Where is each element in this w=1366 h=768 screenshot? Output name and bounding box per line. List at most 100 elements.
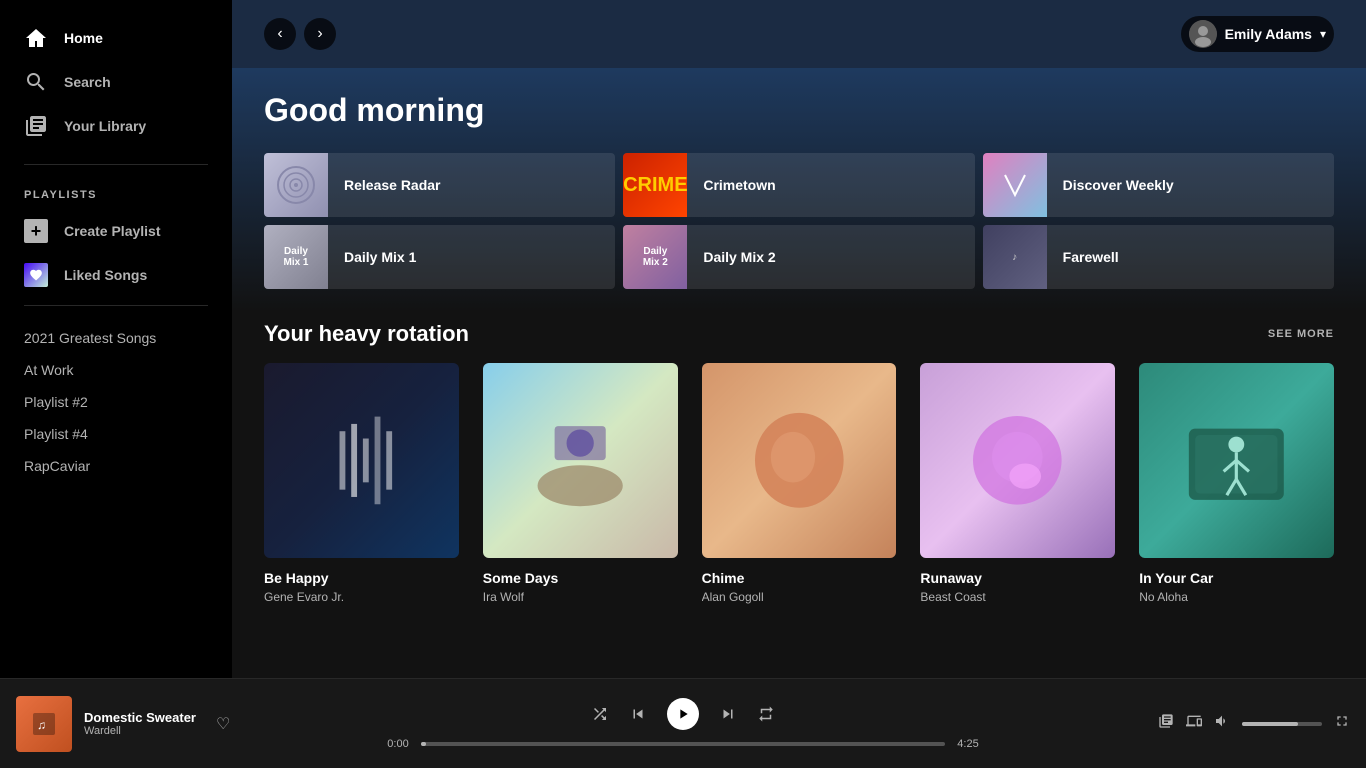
sidebar-item-search[interactable]: Search [0,60,232,104]
player-track-section: ♫ Domestic Sweater Wardell ♡ [16,696,296,752]
sidebar-divider [24,164,208,165]
rotation-card-some-days[interactable]: Some Days Ira Wolf [483,363,678,604]
devices-button[interactable] [1186,713,1202,734]
quick-pick-label: Daily Mix 1 [328,249,432,265]
see-more-button[interactable]: SEE MORE [1268,328,1334,340]
quick-pick-daily-mix-2[interactable]: DailyMix 2 Daily Mix 2 [623,225,974,289]
quick-pick-crimetown[interactable]: CRIME Crimetown [623,153,974,217]
liked-songs-button[interactable]: Liked Songs [0,253,232,297]
some-days-art [483,363,678,558]
plus-icon: + [24,219,48,243]
chevron-down-icon: ▾ [1320,27,1326,41]
player-center: 0:00 4:25 [296,698,1070,750]
progress-bar[interactable] [421,742,945,746]
runaway-art [920,363,1115,558]
playlist-item[interactable]: Playlist #4 [0,418,232,450]
rotation-card-runaway[interactable]: Runaway Beast Coast [920,363,1115,604]
search-icon [24,70,48,94]
quick-pick-label: Daily Mix 2 [687,249,791,265]
library-icon [24,114,48,138]
sidebar-divider-2 [24,305,208,306]
liked-songs-icon [24,263,48,287]
quick-pick-daily-mix-1[interactable]: DailyMix 1 Daily Mix 1 [264,225,615,289]
time-current: 0:00 [383,738,413,750]
crimetown-art: CRIME [623,153,687,217]
previous-button[interactable] [629,705,647,723]
release-radar-art [264,153,328,217]
playlists-section: PLAYLISTS + Create Playlist Liked Songs … [0,173,232,498]
player-artist-name: Wardell [84,725,196,737]
player-progress: 0:00 4:25 [383,738,983,750]
quick-pick-farewell[interactable]: ♪ Farewell [983,225,1334,289]
rotation-card-title: Be Happy [264,570,459,586]
home-icon [24,26,48,50]
chime-art [702,363,897,558]
daily-mix-2-art: DailyMix 2 [623,225,687,289]
svg-text:♫: ♫ [37,718,46,732]
section-title-rotation: Your heavy rotation [264,321,469,347]
quick-pick-label: Discover Weekly [1047,177,1190,193]
main-header: ‹ › Emily Adams ▾ [232,0,1366,68]
rotation-card-in-your-car[interactable]: In Your Car No Aloha [1139,363,1334,604]
playlists-label: PLAYLISTS [0,181,232,209]
rotation-card-chime[interactable]: Chime Alan Gogoll [702,363,897,604]
back-button[interactable]: ‹ [264,18,296,50]
be-happy-art [264,363,459,558]
shuffle-button[interactable] [591,705,609,723]
nav-buttons: ‹ › [264,18,336,50]
rotation-card-title: In Your Car [1139,570,1334,586]
rotation-card-subtitle: No Aloha [1139,590,1334,604]
playlist-list: 2021 Greatest Songs At Work Playlist #2 … [0,314,232,490]
rotation-card-subtitle: Alan Gogoll [702,590,897,604]
in-your-car-art [1139,363,1334,558]
player-controls [591,698,775,730]
progress-fill [421,742,426,746]
player-track-name: Domestic Sweater [84,710,196,725]
fullscreen-button[interactable] [1334,713,1350,734]
quick-pick-label: Crimetown [687,177,791,193]
next-button[interactable] [719,705,737,723]
greeting-heading: Good morning [264,92,1334,129]
create-playlist-button[interactable]: + Create Playlist [0,209,232,253]
play-pause-button[interactable] [667,698,699,730]
player-right [1070,713,1350,734]
volume-fill [1242,722,1298,726]
sidebar-nav: Home Search Your Library [0,8,232,156]
player-track-info: Domestic Sweater Wardell [84,710,196,737]
quick-pick-discover-weekly[interactable]: Discover Weekly [983,153,1334,217]
rotation-card-subtitle: Ira Wolf [483,590,678,604]
sidebar-item-home[interactable]: Home [0,16,232,60]
player-album-art: ♫ [16,696,72,752]
quick-pick-release-radar[interactable]: Release Radar [264,153,615,217]
repeat-button[interactable] [757,705,775,723]
rotation-grid: Be Happy Gene Evaro Jr. [264,363,1334,604]
queue-button[interactable] [1158,713,1174,734]
sidebar-item-library[interactable]: Your Library [0,104,232,148]
volume-bar[interactable] [1242,722,1322,726]
sidebar: Home Search Your Library PLAYLISTS + [0,0,232,678]
quick-picks-grid: Release Radar CRIME Crimetown Discover W… [264,153,1334,289]
player-bar: ♫ Domestic Sweater Wardell ♡ [0,678,1366,768]
rotation-card-subtitle: Beast Coast [920,590,1115,604]
user-name: Emily Adams [1225,26,1312,42]
like-button[interactable]: ♡ [216,714,230,734]
quick-pick-label: Farewell [1047,249,1135,265]
rotation-card-title: Some Days [483,570,678,586]
time-total: 4:25 [953,738,983,750]
daily-mix-1-art: DailyMix 1 [264,225,328,289]
rotation-card-title: Chime [702,570,897,586]
forward-button[interactable]: › [304,18,336,50]
playlist-item[interactable]: RapCaviar [0,450,232,482]
volume-button[interactable] [1214,713,1230,734]
playlist-item[interactable]: At Work [0,354,232,386]
section-header-rotation: Your heavy rotation SEE MORE [264,321,1334,347]
quick-pick-label: Release Radar [328,177,457,193]
rotation-card-subtitle: Gene Evaro Jr. [264,590,459,604]
rotation-card-be-happy[interactable]: Be Happy Gene Evaro Jr. [264,363,459,604]
avatar [1189,20,1217,48]
playlist-item[interactable]: Playlist #2 [0,386,232,418]
playlist-item[interactable]: 2021 Greatest Songs [0,322,232,354]
user-menu[interactable]: Emily Adams ▾ [1181,16,1334,52]
discover-weekly-art [983,153,1047,217]
main-content: ‹ › Emily Adams ▾ Good morning [232,0,1366,678]
